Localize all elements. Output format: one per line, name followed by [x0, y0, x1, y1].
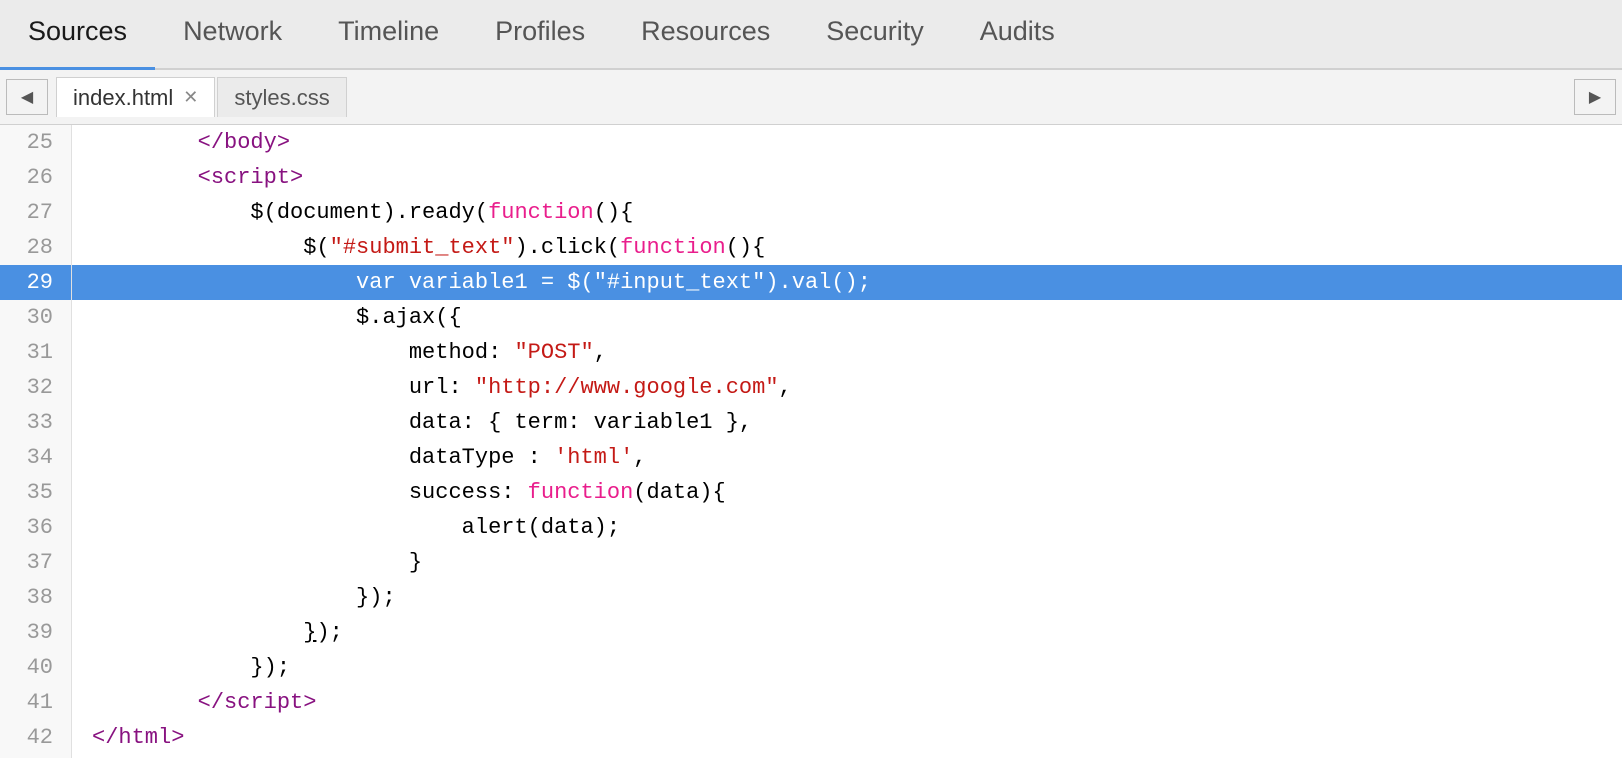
- code-line-38: 38 });: [0, 580, 1622, 615]
- code-content-25: </body>: [72, 125, 290, 160]
- code-line-34: 34 dataType : 'html',: [0, 440, 1622, 475]
- code-content-39: });: [72, 615, 343, 650]
- line-number-32: 32: [0, 370, 72, 405]
- code-content-33: data: { term: variable1 },: [72, 405, 752, 440]
- code-line-29: 29 var variable1 = $("#input_text").val(…: [0, 265, 1622, 300]
- code-line-40: 40 });: [0, 650, 1622, 685]
- line-number-30: 30: [0, 300, 72, 335]
- main-tab-bar: Sources Network Timeline Profiles Resour…: [0, 0, 1622, 70]
- line-number-29: 29: [0, 265, 72, 300]
- code-line-35: 35 success: function(data){: [0, 475, 1622, 510]
- main-content: ◀ index.html ✕ styles.css ▶ 25 </body> 2…: [0, 70, 1622, 758]
- tab-audits[interactable]: Audits: [952, 0, 1083, 70]
- code-line-36: 36 alert(data);: [0, 510, 1622, 545]
- line-number-35: 35: [0, 475, 72, 510]
- line-number-39: 39: [0, 615, 72, 650]
- code-content-42: </html>: [72, 720, 184, 755]
- line-number-31: 31: [0, 335, 72, 370]
- code-content-29: var variable1 = $("#input_text").val();: [72, 265, 871, 300]
- code-line-26: 26 <script>: [0, 160, 1622, 195]
- tab-profiles[interactable]: Profiles: [467, 0, 613, 70]
- code-line-32: 32 url: "http://www.google.com",: [0, 370, 1622, 405]
- code-content-38: });: [72, 580, 396, 615]
- tab-sources[interactable]: Sources: [0, 0, 155, 70]
- line-number-36: 36: [0, 510, 72, 545]
- tab-network[interactable]: Network: [155, 0, 310, 70]
- line-number-34: 34: [0, 440, 72, 475]
- code-line-37: 37 }: [0, 545, 1622, 580]
- code-content-32: url: "http://www.google.com",: [72, 370, 792, 405]
- code-content-30: $.ajax({: [72, 300, 462, 335]
- tab-timeline[interactable]: Timeline: [310, 0, 467, 70]
- file-tab-index-label: index.html: [73, 85, 173, 111]
- line-number-41: 41: [0, 685, 72, 720]
- code-content-26: <script>: [72, 160, 303, 195]
- file-tab-index-html[interactable]: index.html ✕: [56, 77, 215, 117]
- code-content-28: $("#submit_text").click(function(){: [72, 230, 765, 265]
- code-content-31: method: "POST",: [72, 335, 607, 370]
- file-tab-styles-label: styles.css: [234, 85, 329, 111]
- code-line-42: 42 </html>: [0, 720, 1622, 755]
- close-file-tab-button[interactable]: ✕: [183, 87, 198, 108]
- file-tab-bar: ◀ index.html ✕ styles.css ▶: [0, 70, 1622, 125]
- line-number-38: 38: [0, 580, 72, 615]
- code-line-31: 31 method: "POST",: [0, 335, 1622, 370]
- code-line-39: 39 });: [0, 615, 1622, 650]
- code-content-40: });: [72, 650, 290, 685]
- code-editor[interactable]: 25 </body> 26 <script> 27 $(document).re…: [0, 125, 1622, 758]
- file-tab-styles-css[interactable]: styles.css: [217, 77, 346, 117]
- code-line-33: 33 data: { term: variable1 },: [0, 405, 1622, 440]
- code-content-27: $(document).ready(function(){: [72, 195, 633, 230]
- code-content-35: success: function(data){: [72, 475, 726, 510]
- line-number-27: 27: [0, 195, 72, 230]
- code-line-41: 41 </script>: [0, 685, 1622, 720]
- line-number-25: 25: [0, 125, 72, 160]
- nav-back-button[interactable]: ◀: [6, 79, 48, 115]
- code-content-34: dataType : 'html',: [72, 440, 647, 475]
- nav-back-icon: ◀: [21, 87, 33, 107]
- code-line-28: 28 $("#submit_text").click(function(){: [0, 230, 1622, 265]
- code-content-37: }: [72, 545, 422, 580]
- code-content-36: alert(data);: [72, 510, 620, 545]
- tab-security[interactable]: Security: [798, 0, 952, 70]
- line-number-33: 33: [0, 405, 72, 440]
- code-line-30: 30 $.ajax({: [0, 300, 1622, 335]
- line-number-40: 40: [0, 650, 72, 685]
- line-number-28: 28: [0, 230, 72, 265]
- code-line-27: 27 $(document).ready(function(){: [0, 195, 1622, 230]
- nav-forward-button[interactable]: ▶: [1574, 79, 1616, 115]
- line-number-26: 26: [0, 160, 72, 195]
- code-content-41: </script>: [72, 685, 316, 720]
- nav-forward-icon: ▶: [1589, 87, 1601, 107]
- tab-resources[interactable]: Resources: [613, 0, 798, 70]
- code-line-25: 25 </body>: [0, 125, 1622, 160]
- line-number-42: 42: [0, 720, 72, 755]
- line-number-37: 37: [0, 545, 72, 580]
